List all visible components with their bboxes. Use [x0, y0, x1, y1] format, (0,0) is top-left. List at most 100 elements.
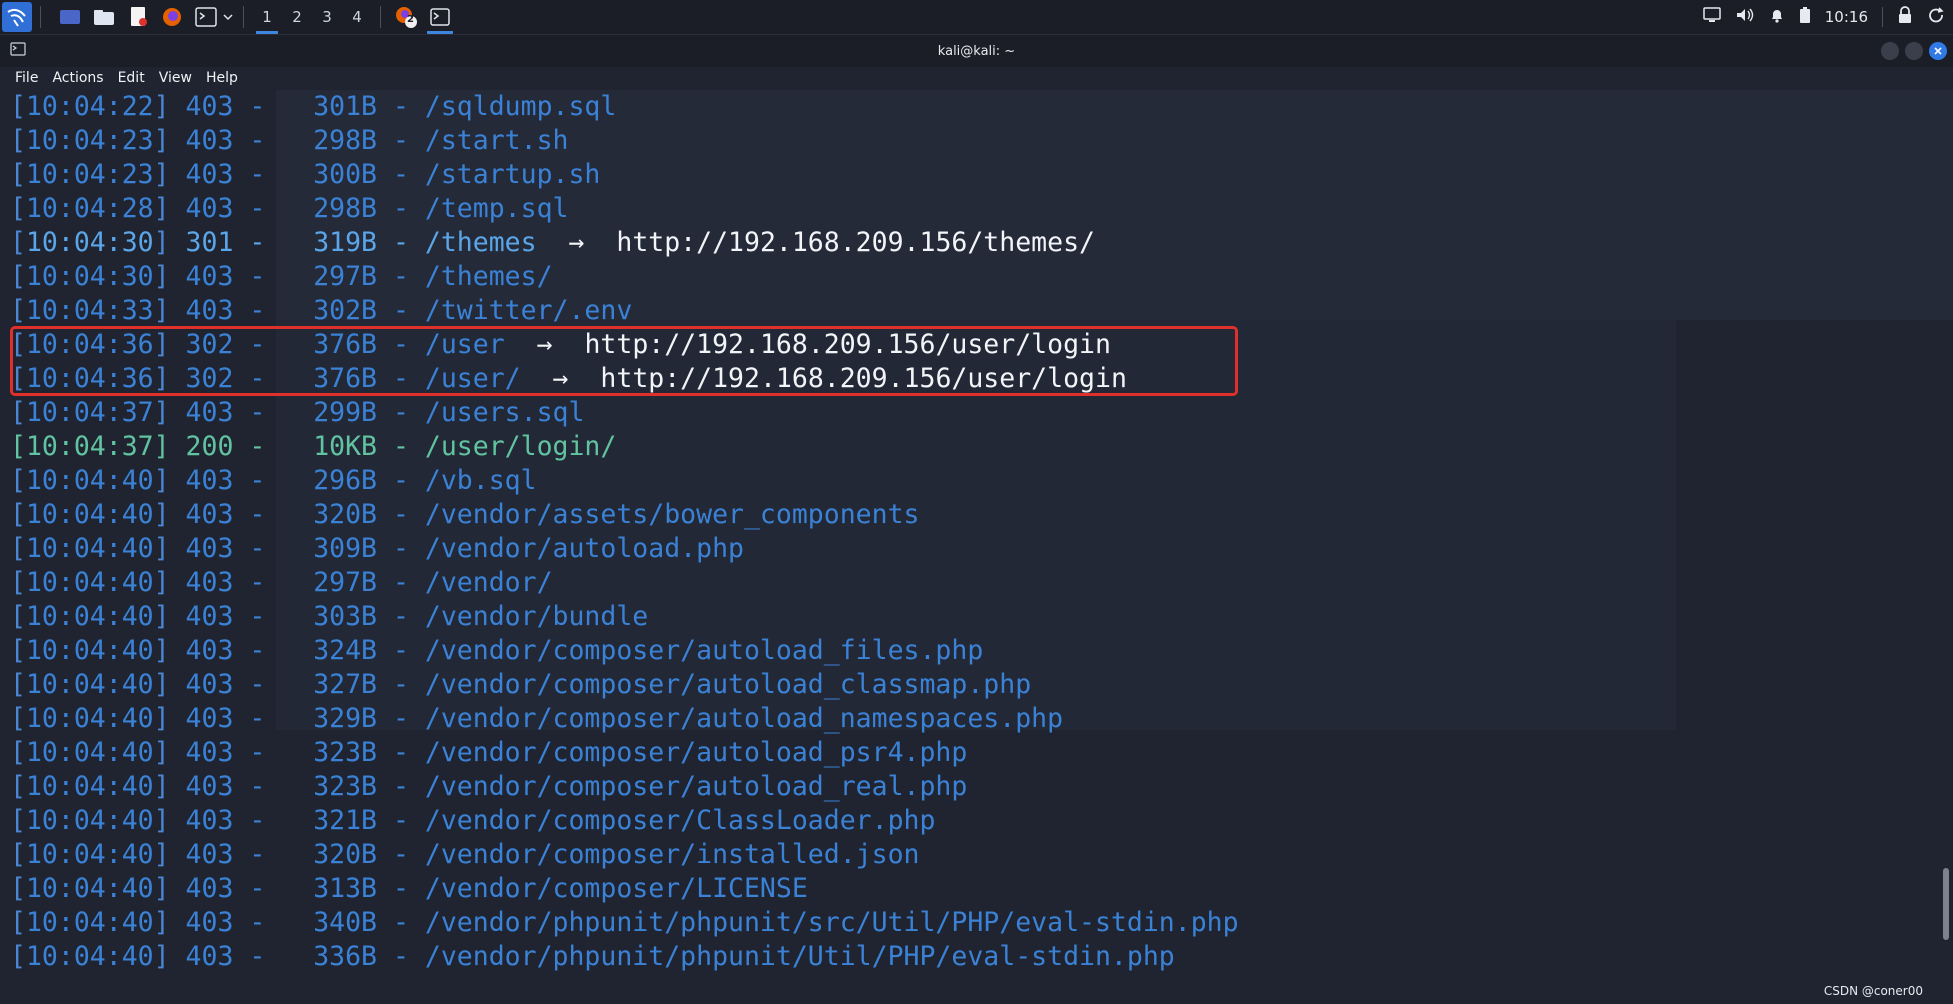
line-status-code: 403 [185, 125, 234, 156]
bracket-open: [ [10, 601, 26, 632]
line-separator: - [377, 533, 425, 564]
terminal-line: [10:04:40] 403 - 324B - /vendor/composer… [10, 634, 1239, 668]
line-timestamp: 10:04:40 [25, 567, 154, 598]
workspace-2[interactable]: 2 [282, 0, 312, 34]
bracket-open: [ [10, 261, 26, 292]
bracket-close: ] [153, 567, 186, 598]
line-separator: - [233, 295, 298, 326]
terminal-line: [10:04:33] 403 - 302B - /twitter/.env [10, 294, 1239, 328]
line-size: 340B [297, 907, 378, 938]
menu-help[interactable]: Help [199, 67, 245, 89]
line-status-code: 403 [185, 601, 234, 632]
file-manager-icon[interactable] [91, 4, 117, 30]
line-status-code: 403 [185, 193, 234, 224]
window-titlebar[interactable]: kali@kali: ~ [0, 35, 1953, 67]
show-desktop-icon[interactable] [57, 4, 83, 30]
maximize-button[interactable] [1905, 42, 1923, 60]
notifications-bell-icon[interactable] [1769, 7, 1785, 27]
task-firefox-group[interactable]: 2 [389, 0, 423, 34]
terminal-menubar: File Actions Edit View Help [0, 67, 1953, 89]
bracket-close: ] [153, 941, 186, 972]
line-timestamp: 10:04:33 [25, 295, 154, 326]
line-size: 10KB [297, 431, 378, 462]
workspace-3[interactable]: 3 [312, 0, 342, 34]
bracket-close: ] [153, 499, 186, 530]
terminal-line: [10:04:40] 403 - 323B - /vendor/composer… [10, 736, 1239, 770]
volume-icon[interactable] [1735, 7, 1755, 27]
bracket-close: ] [153, 193, 186, 224]
line-separator: - [377, 431, 425, 462]
line-size: 320B [297, 839, 378, 870]
bracket-close: ] [153, 703, 186, 734]
line-separator: - [233, 499, 298, 530]
line-status-code: 301 [185, 227, 234, 258]
display-icon[interactable] [1703, 7, 1721, 27]
bracket-open: [ [10, 771, 26, 802]
line-separator: - [377, 601, 425, 632]
terminal-output[interactable]: [10:04:22] 403 - 301B - /sqldump.sql [10:… [0, 90, 1953, 1004]
workspace-1[interactable]: 1 [252, 0, 282, 34]
battery-icon[interactable] [1799, 6, 1811, 28]
line-separator: - [377, 91, 425, 122]
line-separator: - [233, 873, 298, 904]
line-separator: - [233, 635, 298, 666]
chevron-down-icon[interactable] [221, 4, 235, 30]
line-separator: - [377, 295, 425, 326]
line-path: /vendor/composer/LICENSE [424, 873, 808, 904]
line-path: /user/login/ [424, 431, 617, 462]
line-size: 329B [297, 703, 378, 734]
line-separator: - [377, 567, 425, 598]
line-status-code: 403 [185, 873, 234, 904]
power-icon[interactable] [1927, 6, 1945, 28]
line-size: 300B [297, 159, 378, 190]
line-separator: - [233, 91, 298, 122]
line-separator: - [377, 907, 425, 938]
kali-menu-icon[interactable] [2, 2, 32, 32]
bracket-open: [ [10, 635, 26, 666]
bracket-open: [ [10, 193, 26, 224]
panel-clock[interactable]: 10:16 [1825, 8, 1868, 26]
line-status-code: 403 [185, 567, 234, 598]
menu-view[interactable]: View [152, 67, 199, 89]
task-terminal[interactable] [423, 0, 457, 34]
close-icon [1934, 47, 1942, 55]
terminal-scrollbar[interactable] [1943, 868, 1949, 940]
text-editor-icon[interactable] [125, 4, 151, 30]
line-path: /vendor/composer/autoload_files.php [424, 635, 984, 666]
line-size: 321B [297, 805, 378, 836]
lock-screen-icon[interactable] [1897, 6, 1913, 28]
line-path: /users.sql [424, 397, 585, 428]
menu-file[interactable]: File [8, 67, 45, 89]
workspace-4[interactable]: 4 [342, 0, 372, 34]
bracket-close: ] [153, 873, 186, 904]
menu-actions[interactable]: Actions [45, 67, 110, 89]
bracket-open: [ [10, 941, 26, 972]
line-status-code: 403 [185, 805, 234, 836]
minimize-button[interactable] [1881, 42, 1899, 60]
line-timestamp: 10:04:40 [25, 635, 154, 666]
line-size: 327B [297, 669, 378, 700]
line-status-code: 403 [185, 839, 234, 870]
panel-separator [40, 6, 41, 28]
line-size: 319B [297, 227, 378, 258]
menu-edit[interactable]: Edit [111, 67, 152, 89]
line-status-code: 403 [185, 907, 234, 938]
bracket-close: ] [153, 397, 186, 428]
terminal-launcher-icon[interactable] [193, 4, 219, 30]
firefox-icon[interactable] [159, 4, 185, 30]
line-separator: - [377, 771, 425, 802]
workspace-label: 1 [262, 8, 272, 26]
line-separator: - [377, 737, 425, 768]
line-path: /themes [424, 227, 537, 258]
terminal-line: [10:04:30] 403 - 297B - /themes/ [10, 260, 1239, 294]
line-timestamp: 10:04:40 [25, 465, 154, 496]
close-button[interactable] [1929, 42, 1947, 60]
terminal-line: [10:04:23] 403 - 300B - /startup.sh [10, 158, 1239, 192]
terminal-line: [10:04:40] 403 - 309B - /vendor/autoload… [10, 532, 1239, 566]
line-separator: - [377, 805, 425, 836]
bracket-close: ] [153, 601, 186, 632]
line-size: 313B [297, 873, 378, 904]
line-path: /twitter/.env [424, 295, 633, 326]
bracket-close: ] [153, 805, 186, 836]
panel-separator [243, 6, 244, 28]
